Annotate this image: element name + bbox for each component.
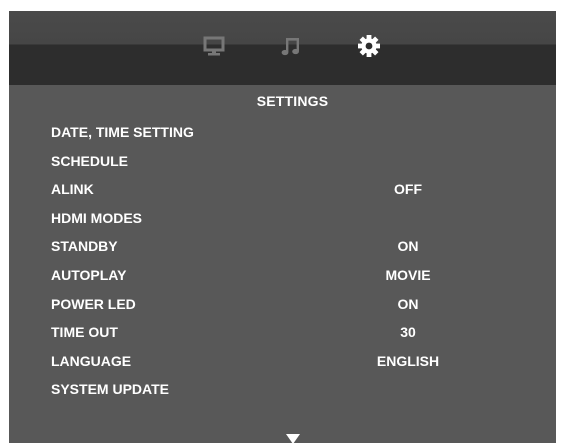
menu-item-label: AUTOPLAY [51, 266, 127, 283]
menu-item-label: DATE, TIME SETTING [51, 124, 194, 140]
settings-menu: DATE, TIME SETTING SCHEDULE ALINK OFF HD… [9, 120, 556, 406]
menu-item-hdmi-modes[interactable]: HDMI MODES [9, 206, 556, 235]
menu-item-alink[interactable]: ALINK OFF [9, 177, 556, 206]
menu-item-label: STANDBY [51, 238, 118, 255]
menu-item-standby[interactable]: STANDBY ON [9, 234, 556, 263]
menu-item-value: 30 [400, 324, 416, 341]
music-note-icon[interactable] [280, 35, 302, 57]
menu-item-label: TIME OUT [51, 324, 118, 341]
menu-item-label: POWER LED [51, 295, 136, 312]
menu-item-label: HDMI MODES [51, 209, 142, 226]
menu-item-autoplay[interactable]: AUTOPLAY MOVIE [9, 263, 556, 292]
scroll-down-arrow-icon[interactable] [285, 434, 301, 443]
settings-screen: SETTINGS DATE, TIME SETTING SCHEDULE ALI… [9, 11, 556, 443]
monitor-icon[interactable] [203, 35, 225, 57]
page-title: SETTINGS [256, 93, 329, 109]
menu-item-language[interactable]: LANGUAGE ENGLISH [9, 349, 556, 378]
menu-item-value: MOVIE [385, 266, 431, 283]
tab-bar [9, 11, 556, 85]
menu-item-value: ON [397, 295, 419, 312]
menu-item-power-led[interactable]: POWER LED ON [9, 292, 556, 321]
menu-item-label: ALINK [51, 181, 94, 198]
menu-item-schedule[interactable]: SCHEDULE [9, 149, 556, 178]
menu-item-label: SYSTEM UPDATE [51, 381, 169, 398]
menu-item-label: SCHEDULE [51, 152, 129, 169]
gear-icon[interactable] [357, 34, 381, 58]
menu-item-value: ON [397, 238, 419, 255]
menu-item-value: ENGLISH [376, 352, 440, 369]
menu-item-value: OFF [394, 181, 422, 198]
menu-item-system-update[interactable]: SYSTEM UPDATE [9, 377, 556, 406]
menu-item-time-out[interactable]: TIME OUT 30 [9, 320, 556, 349]
menu-item-date-time-setting[interactable]: DATE, TIME SETTING [9, 120, 556, 149]
menu-item-label: LANGUAGE [51, 352, 132, 369]
